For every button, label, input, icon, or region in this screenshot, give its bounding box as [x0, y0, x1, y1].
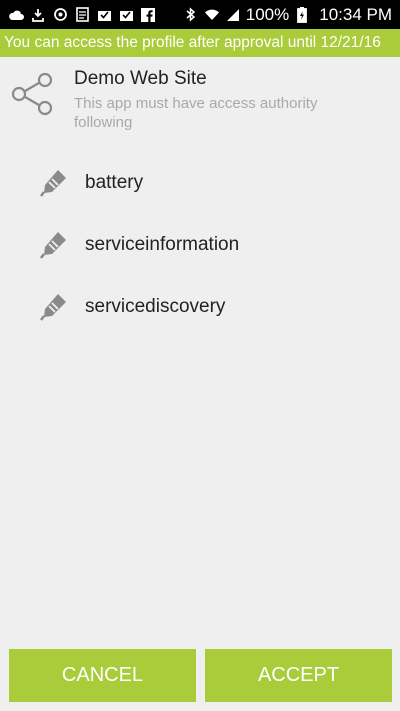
- approval-banner: You can access the profile after approva…: [0, 29, 400, 57]
- mail-check-icon: [118, 7, 134, 23]
- facebook-icon: [140, 7, 156, 23]
- accept-button[interactable]: ACCEPT: [205, 649, 392, 702]
- clock: 10:34 PM: [319, 4, 392, 24]
- download-icon: [30, 7, 46, 23]
- cloud-icon: [8, 7, 24, 23]
- battery-percent: 100%: [245, 4, 290, 24]
- list-item: serviceinformation: [0, 214, 400, 276]
- status-bar: 100% 10:34 PM: [0, 0, 400, 29]
- tag-icon: [37, 167, 69, 199]
- app-description: This app must have access authority foll…: [74, 95, 318, 131]
- sync-icon: [52, 7, 68, 23]
- permission-label: serviceinformation: [85, 234, 240, 255]
- signal-icon: [225, 7, 241, 23]
- tag-icon: [37, 291, 69, 323]
- screen: 100% 10:34 PM You can access the profile…: [0, 0, 400, 711]
- tag-icon: [37, 229, 69, 261]
- notes-icon: [74, 7, 90, 23]
- permission-list: battery serviceinformation servicediscov…: [0, 152, 400, 338]
- permission-label: servicediscovery: [85, 296, 226, 317]
- bluetooth-icon: [183, 7, 199, 23]
- list-item: servicediscovery: [0, 276, 400, 338]
- cancel-button[interactable]: CANCEL: [9, 649, 196, 702]
- app-name: Demo Web Site: [74, 68, 207, 89]
- permission-label: battery: [85, 172, 144, 193]
- status-right-icons: 100% 10:34 PM: [183, 5, 392, 25]
- mail-check-icon: [96, 7, 112, 23]
- status-left-icons: [8, 7, 156, 23]
- battery-charging-icon: [294, 6, 310, 23]
- list-item: battery: [0, 152, 400, 214]
- share-icon: [11, 72, 55, 116]
- wifi-icon: [204, 7, 220, 23]
- app-header: Demo Web Site This app must have access …: [0, 62, 400, 142]
